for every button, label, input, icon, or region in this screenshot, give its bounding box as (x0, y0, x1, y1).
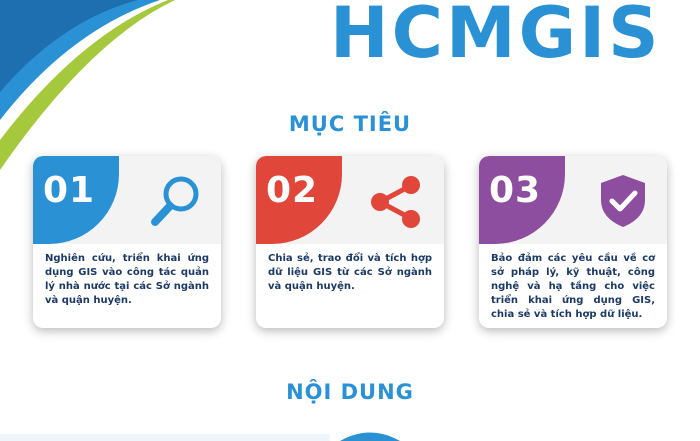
shield-check-icon (601, 175, 645, 227)
card-number: 01 (43, 170, 96, 211)
search-icon (151, 176, 199, 226)
card-description: Chia sẻ, trao đổi và tích hợp dữ liệu GI… (268, 253, 432, 292)
card-number: 03 (489, 170, 542, 211)
goal-card-2: 02 Chia sẻ, trao đổi và tích hợp dữ liệu… (256, 156, 444, 328)
card-description: Bảo đảm các yêu cầu về cơ sở pháp lý, kỹ… (491, 253, 655, 320)
goal-card-1: 01 Nghiên cứu, triển khai ứng dụng GIS v… (33, 156, 221, 328)
goals-heading: MỤC TIÊU (288, 112, 412, 136)
content-heading: NỘI DUNG (286, 380, 414, 404)
goal-card-3: 03 Bảo đảm các yêu cầu về cơ sở pháp lý,… (479, 156, 667, 328)
card-description: Nghiên cứu, triển khai ứng dụng GIS vào … (45, 253, 209, 306)
brand-title: HCMGIS (330, 0, 662, 74)
bottom-decoration (0, 432, 400, 441)
corner-swoosh-decoration (0, 0, 175, 170)
card-number: 02 (266, 170, 319, 211)
share-icon (371, 176, 420, 228)
